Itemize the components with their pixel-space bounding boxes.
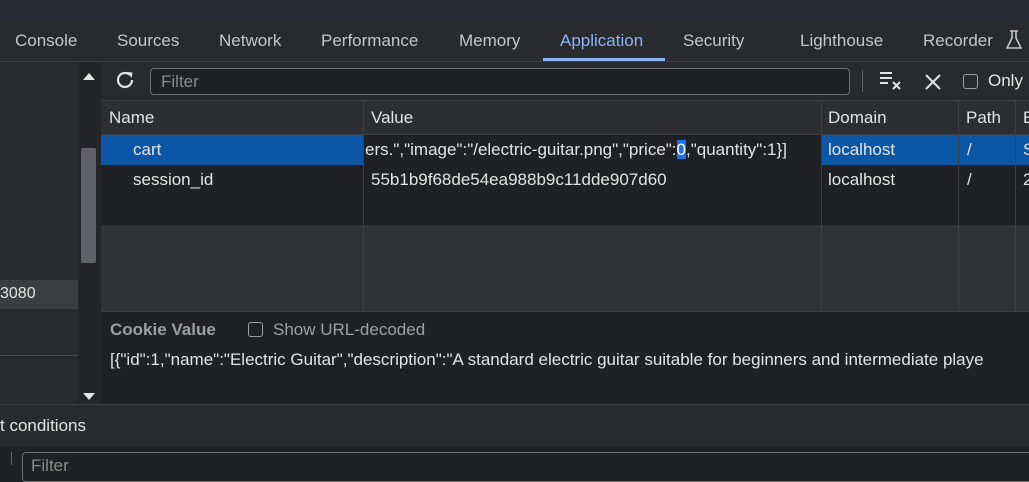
- window-top-strip: [0, 0, 1029, 20]
- sidebar-scroll-thumb[interactable]: [81, 148, 96, 263]
- cookie-value-text-after: ,"quantity":1}]: [686, 140, 787, 159]
- toolbar-separator: [862, 70, 863, 92]
- column-divider[interactable]: [1015, 101, 1016, 311]
- refresh-icon[interactable]: [114, 69, 136, 96]
- show-url-decoded-checkbox[interactable]: [248, 322, 263, 337]
- cookie-filter-field[interactable]: [150, 68, 850, 95]
- drawer-filter-placeholder: Filter: [31, 456, 69, 475]
- cookie-path-cell: /: [967, 170, 972, 189]
- cookie-expires-cell: S: [1023, 140, 1029, 159]
- table-row-session-id[interactable]: session_id 55b1b9f68de54ea988b9c11dde907…: [101, 165, 1029, 195]
- column-header-domain[interactable]: Domain: [828, 101, 948, 135]
- tab-memory[interactable]: Memory: [459, 20, 520, 61]
- cookie-value-text[interactable]: [{"id":1,"name":"Electric Guitar","descr…: [110, 350, 984, 370]
- delete-selected-icon[interactable]: [924, 73, 942, 96]
- table-empty-area: [101, 225, 1029, 311]
- cookie-expires-cell: 2: [1023, 170, 1029, 189]
- tab-performance[interactable]: Performance: [321, 20, 418, 61]
- cookie-path-cell: /: [967, 140, 972, 159]
- tab-application[interactable]: Application: [560, 20, 643, 61]
- column-divider[interactable]: [821, 101, 822, 311]
- drawer-separator: [11, 452, 12, 465]
- column-divider[interactable]: [958, 101, 959, 311]
- cookie-name-cell: cart: [133, 140, 162, 159]
- cookie-value-cell[interactable]: ers.","image":"/electric-guitar.png","pr…: [365, 135, 820, 165]
- sidebar-origin-label: 3080: [0, 285, 36, 302]
- column-header-expires[interactable]: E: [1023, 101, 1029, 135]
- column-divider[interactable]: [363, 101, 364, 311]
- cookie-table-header: Name Value Domain Path E: [101, 101, 1029, 135]
- cookie-domain-cell: localhost: [828, 140, 896, 159]
- tab-sources[interactable]: Sources: [117, 20, 179, 61]
- cookie-value-panel: Cookie Value Show URL-decoded [{"id":1,"…: [101, 311, 1029, 404]
- devtools-tab-bar: Console Sources Network Performance Memo…: [0, 20, 1029, 62]
- only-issues-label: Only: [988, 71, 1023, 90]
- clear-all-icon[interactable]: [878, 70, 902, 95]
- show-url-decoded-label: Show URL-decoded: [273, 320, 426, 339]
- application-sidebar: 3080 ne nitigations: [0, 62, 78, 404]
- cookie-value-title: Cookie Value: [110, 320, 216, 339]
- tab-console[interactable]: Console: [15, 20, 77, 61]
- column-header-name[interactable]: Name: [109, 101, 359, 135]
- column-header-value[interactable]: Value: [371, 101, 811, 135]
- network-conditions-tab[interactable]: t conditions: [0, 416, 86, 436]
- tab-lighthouse[interactable]: Lighthouse: [800, 20, 883, 61]
- recorder-flask-icon: [1005, 30, 1023, 55]
- cookie-name-cell: session_id: [133, 170, 214, 189]
- only-issues-checkbox[interactable]: [963, 74, 978, 89]
- tab-security[interactable]: Security: [683, 20, 744, 61]
- table-row-cart[interactable]: cart ers.","image":"/electric-guitar.png…: [101, 135, 1029, 165]
- drawer-bar: t conditions: [0, 404, 1029, 446]
- scroll-up-arrow-icon[interactable]: [83, 68, 95, 86]
- drawer-filter-field[interactable]: Filter: [22, 452, 1029, 482]
- cookie-value-highlight: 0: [676, 140, 686, 159]
- column-header-path[interactable]: Path: [966, 101, 1016, 135]
- cookie-value-cell: 55b1b9f68de54ea988b9c11dde907d60: [371, 170, 667, 189]
- cookie-table: Name Value Domain Path E cart ers.","ima…: [101, 101, 1029, 311]
- cookie-value-text: ers.","image":"/electric-guitar.png","pr…: [365, 140, 677, 159]
- cookie-filter-input[interactable]: [159, 71, 843, 93]
- active-tab-indicator: [543, 58, 665, 61]
- tab-network[interactable]: Network: [219, 20, 281, 61]
- sidebar-divider: [0, 355, 78, 356]
- tab-recorder[interactable]: Recorder: [923, 20, 993, 61]
- cookie-domain-cell: localhost: [828, 170, 896, 189]
